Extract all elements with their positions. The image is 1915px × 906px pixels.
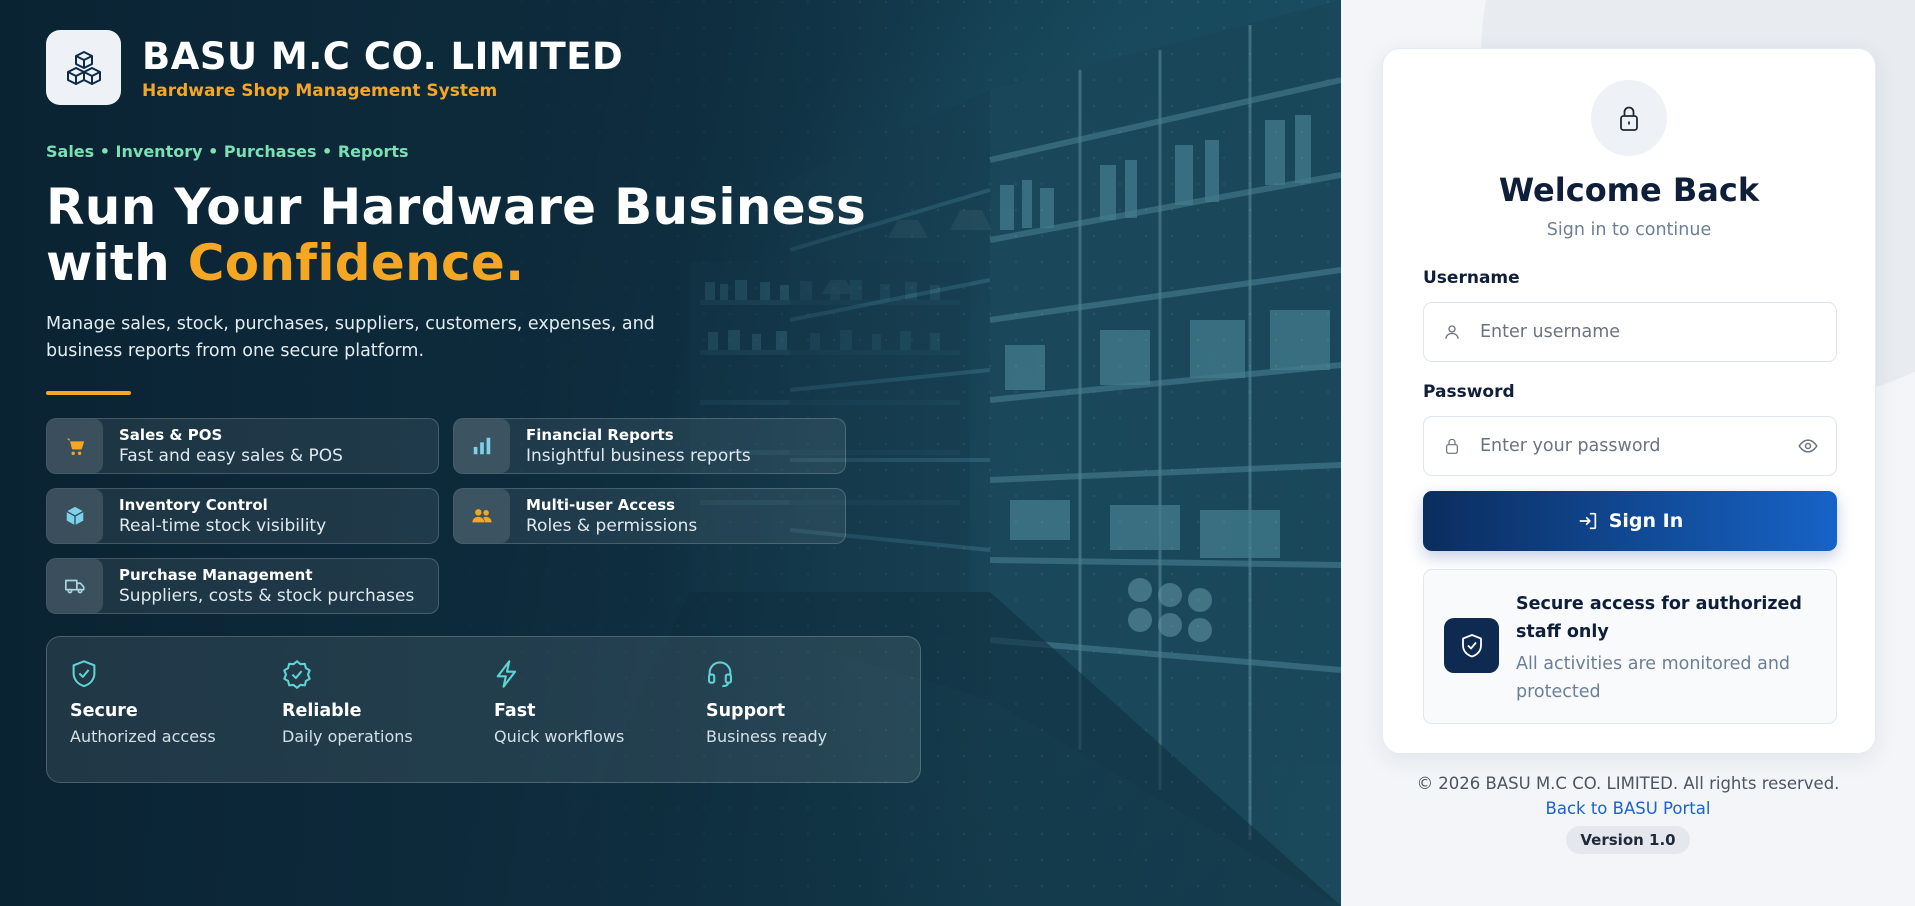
shield-check-icon <box>70 659 282 689</box>
feature-subtitle: Roles & permissions <box>526 515 698 536</box>
box-icon <box>47 489 103 543</box>
feature-subtitle: Real-time stock visibility <box>119 515 327 536</box>
shield-check-icon <box>1444 618 1499 673</box>
username-label: Username <box>1423 268 1520 288</box>
feature-card-sales: Sales & POS Fast and easy sales & POS <box>46 418 439 474</box>
feature-card-multiuser: Multi-user Access Roles & permissions <box>453 488 846 544</box>
password-field[interactable] <box>1423 416 1837 476</box>
feature-card-reports: Financial Reports Insightful business re… <box>453 418 846 474</box>
cart-icon <box>47 419 103 473</box>
feature-card-inventory: Inventory Control Real-time stock visibi… <box>46 488 439 544</box>
brand-tagline: Hardware Shop Management System <box>142 80 498 101</box>
lightning-icon <box>494 659 706 689</box>
sign-in-label: Sign In <box>1608 510 1684 532</box>
login-card: Welcome Back Sign in to continue Usernam… <box>1382 48 1876 754</box>
feature-card-purchases: Purchase Management Suppliers, costs & s… <box>46 558 439 614</box>
hero-headline: Run Your Hardware Business with Confiden… <box>46 179 946 291</box>
stat-fast: Fast Quick workflows <box>494 659 706 782</box>
feature-title: Inventory Control <box>119 495 268 514</box>
password-input[interactable] <box>1480 436 1780 456</box>
headline-accent: Confidence. <box>187 234 525 292</box>
copyright-text: © 2026 BASU M.C CO. LIMITED. All rights … <box>1416 774 1840 793</box>
stat-title: Secure <box>70 701 138 721</box>
stat-title: Reliable <box>282 701 362 721</box>
security-notice: Secure access for authorized staff only … <box>1423 569 1837 724</box>
stats-panel: Secure Authorized access Reliable Daily … <box>46 636 921 783</box>
hero-content: BASU M.C CO. LIMITED Hardware Shop Manag… <box>46 30 946 783</box>
brand-name: BASU M.C CO. LIMITED <box>142 34 624 78</box>
password-label: Password <box>1423 382 1515 402</box>
login-panel: Welcome Back Sign in to continue Usernam… <box>1341 0 1915 906</box>
feature-title: Purchase Management <box>119 565 313 584</box>
bar-chart-icon <box>454 419 510 473</box>
users-icon <box>454 489 510 543</box>
cubes-icon <box>46 30 121 105</box>
show-password-eye-icon[interactable] <box>1798 436 1818 460</box>
hero-panel: BASU M.C CO. LIMITED Hardware Shop Manag… <box>0 0 1341 906</box>
hero-description: Manage sales, stock, purchases, supplier… <box>46 314 655 361</box>
feature-subtitle: Suppliers, costs & stock purchases <box>119 585 415 606</box>
version-badge: Version 1.0 <box>1566 826 1690 854</box>
login-footer: © 2026 BASU M.C CO. LIMITED. All rights … <box>1341 774 1915 854</box>
username-input[interactable] <box>1480 322 1780 342</box>
notice-title: Secure access for authorized staff only <box>1516 594 1802 642</box>
username-field[interactable] <box>1423 302 1837 362</box>
badge-check-icon <box>282 659 494 689</box>
login-title: Welcome Back <box>1498 171 1760 209</box>
feature-list: Sales & POS Fast and easy sales & POS Fi… <box>46 418 946 614</box>
feature-title: Multi-user Access <box>526 495 676 514</box>
headline-line1: Run Your Hardware Business <box>46 178 867 236</box>
lock-small-icon <box>1424 437 1480 455</box>
headset-icon <box>706 659 918 689</box>
sign-in-button[interactable]: Sign In <box>1423 491 1837 551</box>
stat-support: Support Business ready <box>706 659 918 782</box>
stat-subtitle: Daily operations <box>282 727 413 746</box>
stat-subtitle: Quick workflows <box>494 727 625 746</box>
lock-icon <box>1591 80 1667 156</box>
truck-icon <box>47 559 103 613</box>
notice-subtitle: All activities are monitored and protect… <box>1516 654 1791 702</box>
feature-subtitle: Fast and easy sales & POS <box>119 445 343 466</box>
hero-kicker: Sales • Inventory • Purchases • Reports <box>46 142 409 161</box>
stat-title: Support <box>706 701 786 721</box>
login-subtitle: Sign in to continue <box>1546 220 1712 240</box>
stat-title: Fast <box>494 701 536 721</box>
sign-in-icon <box>1579 512 1596 530</box>
stat-subtitle: Authorized access <box>70 727 216 746</box>
headline-with: with <box>46 234 171 292</box>
back-to-portal-link[interactable]: Back to BASU Portal <box>1546 799 1711 818</box>
feature-title: Sales & POS <box>119 425 223 444</box>
feature-title: Financial Reports <box>526 425 674 444</box>
accent-divider <box>46 391 131 395</box>
brand-header: BASU M.C CO. LIMITED Hardware Shop Manag… <box>46 30 946 105</box>
stat-subtitle: Business ready <box>706 727 828 746</box>
feature-subtitle: Insightful business reports <box>526 445 751 466</box>
stat-secure: Secure Authorized access <box>70 659 282 782</box>
user-icon <box>1424 323 1480 341</box>
stat-reliable: Reliable Daily operations <box>282 659 494 782</box>
